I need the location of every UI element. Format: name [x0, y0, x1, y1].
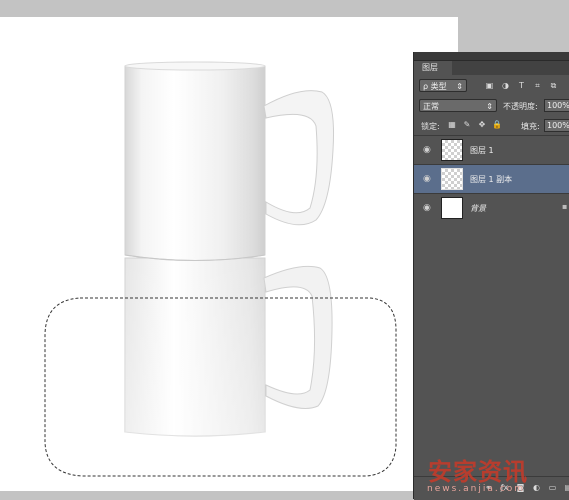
lock-all-icon[interactable]: 🔒	[492, 120, 502, 130]
fill-label: 填充:	[521, 122, 540, 131]
image-filter-icon[interactable]: ▣	[484, 80, 495, 91]
smart-object-filter-icon[interactable]: ⧉	[548, 80, 559, 91]
adjustment-layer-icon[interactable]: ◐	[532, 483, 541, 493]
layer-thumbnail	[441, 168, 463, 190]
coffee-mug	[124, 61, 334, 261]
search-icon: ρ	[423, 82, 429, 91]
adjustment-filter-icon[interactable]: ◑	[500, 80, 511, 91]
watermark-url: news.anjia.com	[427, 484, 525, 494]
eye-icon[interactable]: ◉	[423, 145, 431, 155]
type-filter-icon[interactable]: T	[516, 80, 527, 91]
watermark-logo: 安家资讯	[428, 458, 528, 486]
chevron-down-icon: ⇕	[456, 82, 463, 91]
layers-panel[interactable]: 图层 ρ 类型 ⇕ ▣ ◑ T ⌗ ⧉ 正常 ⇕ 不透明度: 100% 锁定: …	[413, 52, 569, 500]
layer-thumbnail	[441, 197, 463, 219]
lock-icon: ▪	[562, 202, 568, 211]
reflection-mug	[124, 257, 333, 437]
shape-filter-icon[interactable]: ⌗	[532, 80, 543, 91]
lock-row: 锁定: ▦ ✎ ✥ 🔒 填充: 100%	[414, 116, 569, 136]
filter-kind-select[interactable]: ρ 类型 ⇕	[419, 79, 467, 92]
blend-row: 正常 ⇕ 不透明度: 100%	[414, 96, 569, 116]
filter-row: ρ 类型 ⇕ ▣ ◑ T ⌗ ⧉	[414, 76, 569, 96]
new-layer-icon[interactable]: ▤	[564, 483, 569, 493]
lock-transparency-icon[interactable]: ▦	[447, 120, 457, 130]
layer-list: ◉ 图层 1 ◉ 图层 1 副本 ◉ 背景 ▪	[414, 135, 569, 222]
lock-label: 锁定:	[421, 122, 440, 131]
layer-row[interactable]: ◉ 图层 1	[414, 135, 569, 164]
chevron-down-icon: ⇕	[486, 102, 493, 111]
layer-row[interactable]: ◉ 背景 ▪	[414, 193, 569, 222]
opacity-field[interactable]: 100%	[544, 99, 569, 112]
tab-layers[interactable]: 图层	[414, 61, 452, 75]
eye-icon[interactable]: ◉	[423, 203, 431, 213]
opacity-label: 不透明度:	[503, 102, 538, 111]
layer-name: 图层 1 副本	[470, 175, 513, 184]
filter-kind-label: 类型	[430, 82, 447, 91]
layer-thumbnail	[441, 139, 463, 161]
lock-pixels-icon[interactable]: ✎	[462, 120, 472, 130]
blend-mode-select[interactable]: 正常 ⇕	[419, 99, 497, 112]
blend-mode-label: 正常	[423, 102, 439, 111]
layer-name: 图层 1	[470, 146, 494, 155]
lock-position-icon[interactable]: ✥	[477, 120, 487, 130]
layer-row[interactable]: ◉ 图层 1 副本	[414, 164, 569, 193]
eye-icon[interactable]: ◉	[423, 174, 431, 184]
layer-name: 背景	[470, 204, 486, 213]
panel-title-bar[interactable]	[414, 52, 569, 61]
new-group-icon[interactable]: ▭	[548, 483, 557, 493]
fill-field[interactable]: 100%	[544, 119, 569, 132]
